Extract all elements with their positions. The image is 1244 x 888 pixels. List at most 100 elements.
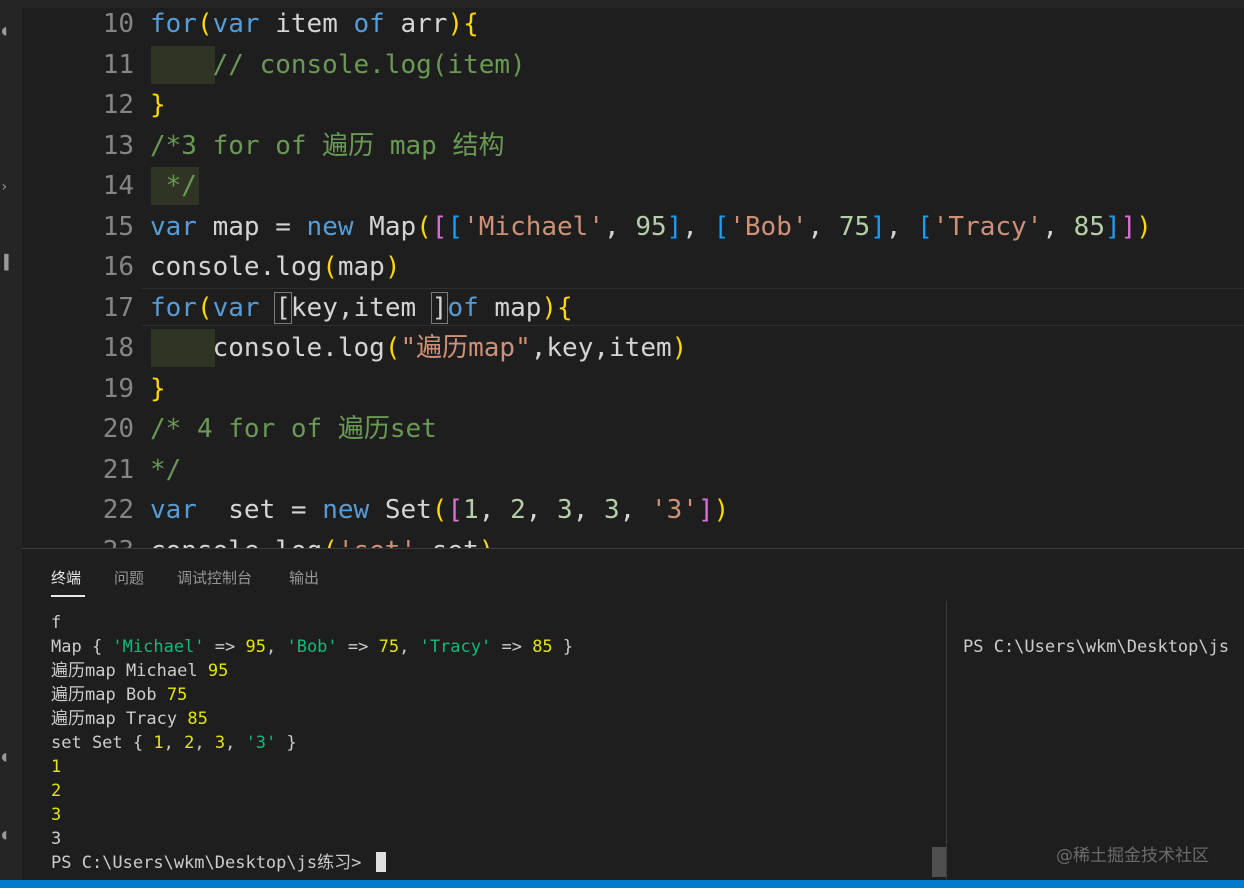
code-token: ,: [525, 495, 558, 525]
code-token: 75: [838, 211, 871, 242]
code-token: ): [479, 536, 495, 549]
terminal-line: 遍历map Michael 95: [51, 659, 573, 683]
terminal-prompt: PS C:\Users\wkm\Desktop\js练习>: [51, 853, 372, 873]
tab-terminal[interactable]: 终端: [51, 567, 81, 588]
line-number: 18: [102, 333, 134, 363]
code-token: */: [150, 454, 182, 485]
tab-problems[interactable]: 问题: [114, 567, 144, 588]
code-token: ,: [478, 495, 511, 525]
code-token: 1: [463, 495, 479, 525]
code-token: ,: [682, 211, 714, 242]
code-line[interactable]: for(var [key,item ]of map){: [150, 288, 573, 328]
code-line[interactable]: /*3 for of 遍历 map 结构: [150, 126, 504, 166]
code-token: ,: [604, 211, 636, 242]
code-line[interactable]: console.log(map): [150, 247, 400, 287]
line-number: 11: [102, 49, 134, 80]
line-number: 19: [102, 373, 134, 404]
terminal-token: 遍历map Tracy: [51, 709, 188, 729]
line-number: 21: [102, 454, 134, 485]
bottom-panel: 终端 问题 调试控制台 输出 f Map { 'Michael' => 95, '…: [22, 548, 1244, 881]
tab-output[interactable]: 输出: [289, 567, 319, 588]
code-token: /*3 for of 遍历 map 结构: [150, 130, 505, 161]
code-token: ,: [807, 211, 839, 242]
code-token: ]: [870, 211, 886, 242]
terminal-token: 'Tracy': [419, 637, 492, 657]
code-token: '3': [650, 495, 698, 525]
terminal-token: 85: [187, 709, 208, 729]
terminal-token: '3': [245, 733, 277, 753]
code-line[interactable]: */: [150, 450, 181, 490]
code-token: [: [431, 211, 448, 242]
code-token: ]: [697, 495, 714, 525]
tab-debug-console[interactable]: 调试控制台: [177, 567, 252, 588]
code-line[interactable]: for(var item of arr){: [150, 4, 479, 44]
code-token: console.log: [150, 252, 323, 282]
line-number: 14: [102, 171, 134, 201]
account-icon[interactable]: ◖: [0, 746, 8, 768]
code-line[interactable]: // console.log(item): [150, 45, 526, 85]
terminal-output[interactable]: f Map { 'Michael' => 95, 'Bob' => 75, 'Tr…: [51, 611, 573, 875]
terminal-cursor: [375, 852, 386, 872]
terminal-prompt-line[interactable]: PS C:\Users\wkm\Desktop\js练习>: [51, 851, 573, 875]
source-control-icon[interactable]: ▐: [0, 252, 8, 274]
line-number: 16: [102, 252, 134, 282]
code-token: ): [447, 9, 464, 39]
terminal-token: 1: [153, 733, 164, 753]
terminal-line: f: [51, 611, 573, 635]
code-token: ): [713, 495, 730, 525]
terminal-split-divider[interactable]: [946, 601, 947, 881]
code-token: for: [150, 9, 197, 39]
code-token: ,: [619, 495, 651, 525]
terminal-line: 遍历map Tracy 85: [51, 707, 573, 731]
code-line[interactable]: }: [150, 85, 166, 125]
code-line[interactable]: console.log("遍历map",key,item): [150, 328, 688, 368]
code-token: 'Tracy': [932, 211, 1043, 242]
code-line[interactable]: /* 4 for of 遍历set: [150, 409, 437, 449]
code-token: 3: [557, 495, 573, 525]
code-token: var: [212, 9, 260, 39]
terminal-line: 1: [51, 755, 573, 779]
code-token: of: [353, 9, 385, 39]
code-token: [: [917, 211, 933, 242]
search-icon[interactable]: ›: [0, 176, 8, 198]
terminal-token: 遍历map Bob: [51, 685, 167, 705]
line-number: 10: [102, 9, 134, 39]
code-line[interactable]: var set = new Set([1, 2, 3, 3, '3']): [150, 490, 729, 530]
code-line[interactable]: */: [150, 166, 197, 206]
terminal-token: 95: [207, 661, 229, 681]
line-number: 20: [102, 414, 134, 444]
code-token: (: [196, 292, 213, 323]
line-number: 17: [102, 292, 134, 323]
code-token: ,key,item: [530, 333, 672, 363]
code-token: {: [463, 9, 479, 39]
terminal-token: 遍历map Michael: [51, 661, 208, 681]
terminal-scrollbar[interactable]: [932, 847, 946, 877]
terminal-token: ,: [399, 637, 420, 657]
terminal-token: =>: [337, 637, 379, 657]
terminal-token: 85: [532, 637, 553, 657]
code-token: [: [274, 291, 292, 324]
code-token: [: [447, 495, 464, 525]
code-line[interactable]: var map = new Map([['Michael', 95], ['Bo…: [150, 207, 1152, 247]
terminal-side-prompt[interactable]: PS C:\Users\wkm\Desktop\js: [963, 635, 1229, 659]
code-token: ]: [1104, 211, 1121, 242]
settings-icon[interactable]: ◖: [0, 824, 8, 846]
code-token: (: [322, 536, 338, 549]
code-token: (: [196, 9, 213, 39]
code-token: ,: [572, 495, 605, 525]
terminal-token: Map {: [51, 637, 113, 657]
code-token: var: [212, 292, 260, 323]
terminal-line: set Set { 1, 2, 3, '3' }: [51, 731, 573, 755]
code-line[interactable]: console.log('set',set): [150, 531, 494, 549]
activity-bar: ◖ › ▐ ◖ ◖: [0, 0, 22, 880]
code-editor[interactable]: 10 for(var item of arr){ 11 // console.log…: [22, 0, 1244, 548]
explorer-icon[interactable]: ◖: [0, 20, 8, 42]
code-token: map: [478, 292, 542, 323]
code-line[interactable]: }: [150, 369, 166, 409]
terminal-token: ,: [194, 733, 215, 753]
terminal-token: 1: [51, 757, 62, 777]
code-token: }: [150, 90, 166, 120]
code-token: 85: [1073, 211, 1105, 242]
terminal-line: 3: [51, 803, 573, 827]
